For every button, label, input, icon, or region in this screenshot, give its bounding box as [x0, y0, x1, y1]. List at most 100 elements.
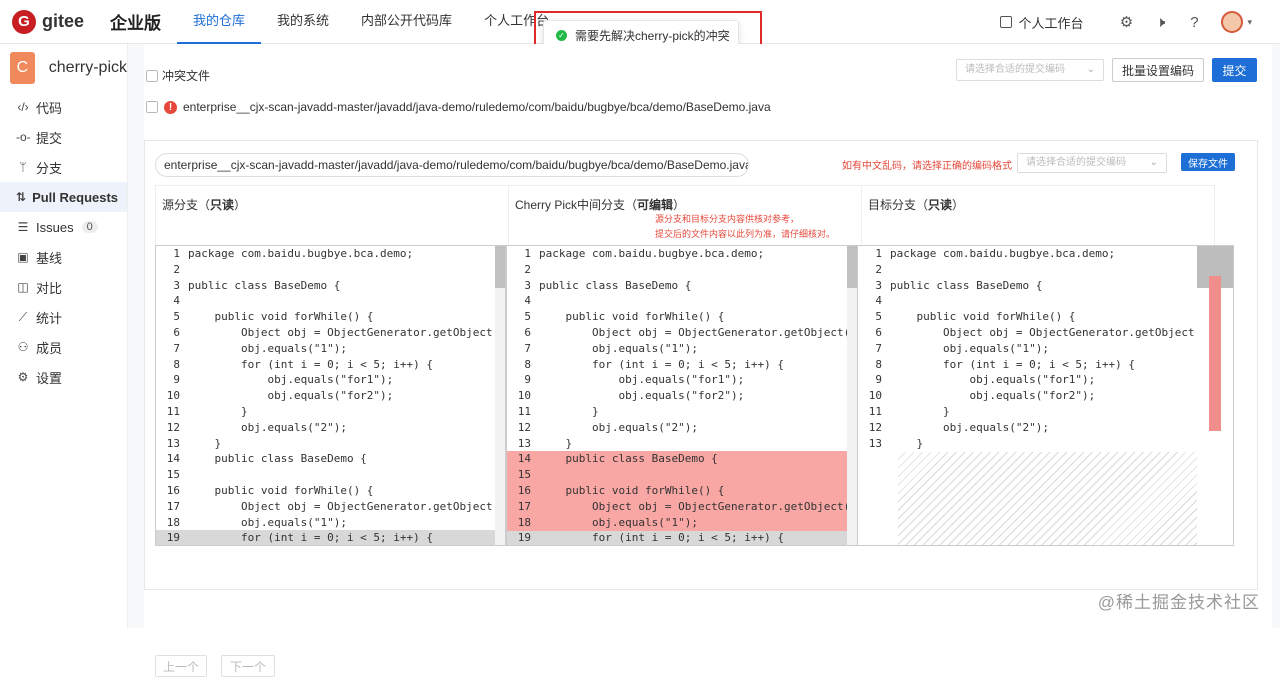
file-encoding-select[interactable]: 请选择合适的提交编码 ⌄ — [1017, 153, 1167, 173]
code-line[interactable]: 5 public void forWhile() { — [156, 309, 505, 325]
code-line[interactable]: 18 obj.equals("1"); — [156, 515, 505, 531]
code-line[interactable]: 9 obj.equals("for1"); — [507, 372, 857, 388]
save-file-button[interactable]: 保存文件 — [1181, 153, 1235, 171]
checkbox[interactable] — [146, 69, 158, 82]
line-number: 9 — [173, 373, 180, 387]
nav-internal-repos[interactable]: 内部公开代码库 — [345, 0, 468, 44]
code-line[interactable]: 9 obj.equals("for1"); — [858, 372, 1233, 388]
scrollbar-thumb[interactable] — [847, 246, 857, 288]
scrollbar[interactable] — [495, 246, 505, 545]
sidebar-item-stats[interactable]: ⟋ 统计 — [0, 302, 127, 332]
code-line[interactable]: 10 obj.equals("for2"); — [156, 388, 505, 404]
code-text: public class BaseDemo { — [539, 278, 692, 292]
code-line[interactable]: 15 — [156, 467, 505, 483]
conflict-minimap[interactable] — [1197, 246, 1233, 545]
next-conflict-button[interactable]: 下一个 — [221, 655, 275, 677]
code-text: for (int i = 0; i < 5; i++) { — [890, 357, 1136, 371]
code-line[interactable]: 3 public class BaseDemo { — [507, 278, 857, 294]
code-line[interactable]: 18 obj.equals("1"); — [507, 514, 857, 531]
sidebar-item-baseline[interactable]: ▣ 基线 — [0, 242, 127, 272]
chevron-down-icon[interactable]: ▾ — [1247, 17, 1252, 28]
sidebar-item-members[interactable]: ⚇ 成员 — [0, 332, 127, 362]
submit-button[interactable]: 提交 — [1212, 58, 1257, 82]
sidebar-item-compare[interactable]: ◫ 对比 — [0, 272, 127, 302]
code-line[interactable]: 3 public class BaseDemo { — [858, 278, 1233, 294]
code-line[interactable]: 19 for (int i = 0; i < 5; i++) { — [156, 530, 505, 545]
code-line[interactable]: 16 public void forWhile() { — [156, 483, 505, 499]
column-tag: 只读 — [210, 198, 235, 212]
conflict-file-item[interactable]: ! enterprise__cjx-scan-javadd-master/jav… — [146, 100, 771, 114]
target-code-pane[interactable]: 13 } 12 obj.equals("2"); 11 } 10 obj.equals… — [857, 245, 1234, 546]
code-line[interactable]: 10 obj.equals("for2"); — [507, 388, 857, 404]
user-avatar[interactable] — [1221, 11, 1244, 33]
help-icon[interactable]: ? — [1185, 13, 1203, 31]
line-number: 2 — [173, 262, 180, 276]
code-line[interactable]: 11 } — [156, 404, 505, 420]
code-text: package com.baidu.bugbye.bca.demo; — [539, 247, 765, 260]
encoding-select[interactable]: 请选择合适的提交编码 ⌄ — [956, 59, 1104, 81]
code-line[interactable]: 14 public class BaseDemo { — [507, 451, 857, 468]
sidebar-item-pull-requests[interactable]: ⇅ Pull Requests 0 — [0, 182, 143, 212]
sidebar-item-branches[interactable]: ᛘ 分支 — [0, 152, 127, 182]
code-line[interactable]: 13 } — [858, 436, 1233, 452]
code-line[interactable]: 13 } — [507, 436, 857, 452]
sidebar-item-issues[interactable]: ☰ Issues 0 — [0, 212, 127, 242]
sidebar-item-code[interactable]: ‹/› 代码 — [0, 92, 127, 122]
code-line[interactable]: 6 Object obj = ObjectGenerator.getObject… — [858, 325, 1233, 341]
code-line[interactable]: 12 obj.equals("2"); — [156, 420, 505, 436]
sidebar-item-settings[interactable]: ⚙ 设置 — [0, 362, 127, 392]
middle-code-pane[interactable]: 19 for (int i = 0; i < 5; i++) {18 obj.e… — [506, 245, 858, 546]
code-line[interactable]: 12 obj.equals("2"); — [858, 420, 1233, 436]
code-line[interactable]: 12 obj.equals("2"); — [507, 420, 857, 436]
code-line[interactable]: 4 — [858, 293, 1233, 309]
code-line[interactable]: 6 Object obj = ObjectGenerator.getObject… — [156, 325, 505, 341]
code-line[interactable]: 7 obj.equals("1"); — [507, 341, 857, 357]
code-line[interactable]: 7 obj.equals("1"); — [858, 341, 1233, 357]
code-line[interactable]: 6 Object obj = ObjectGenerator.getObject… — [507, 325, 857, 341]
code-line[interactable]: 5 public void forWhile() { — [507, 309, 857, 325]
code-line[interactable]: 7 obj.equals("1"); — [156, 341, 505, 357]
code-line[interactable]: 9 obj.equals("for1"); — [156, 372, 505, 388]
code-line[interactable]: 2 — [507, 262, 857, 278]
code-text: public void forWhile() { — [539, 310, 725, 324]
code-line[interactable]: 11 } — [507, 404, 857, 420]
code-line[interactable]: 16 public void forWhile() { — [507, 483, 857, 499]
code-line[interactable]: 4 — [507, 293, 857, 309]
nav-my-systems[interactable]: 我的系统 — [261, 0, 345, 44]
code-line[interactable]: 1 package com.baidu.bugbye.bca.demo; — [507, 246, 857, 262]
code-line[interactable]: 4 — [156, 293, 505, 309]
notification-speaker-icon[interactable]: 🕨 — [1151, 13, 1169, 31]
code-line[interactable]: 1 package com.baidu.bugbye.bca.demo; — [156, 246, 505, 262]
code-line[interactable]: 8 for (int i = 0; i < 5; i++) { — [858, 357, 1233, 373]
code-line[interactable]: 8 for (int i = 0; i < 5; i++) { — [507, 357, 857, 373]
source-code-pane[interactable]: 19 for (int i = 0; i < 5; i++) {18 obj.e… — [155, 245, 506, 546]
code-line[interactable]: 10 obj.equals("for2"); — [858, 388, 1233, 404]
code-line[interactable]: 2 — [156, 262, 505, 278]
code-line[interactable]: 19 for (int i = 0; i < 5; i++) { — [507, 530, 857, 545]
code-line[interactable]: 8 for (int i = 0; i < 5; i++) { — [156, 357, 505, 373]
conflict-file-path[interactable]: enterprise__cjx-scan-javadd-master/javad… — [183, 100, 771, 114]
file-checkbox[interactable] — [146, 101, 158, 113]
previous-conflict-button[interactable]: 上一个 — [155, 655, 207, 677]
workbench-link[interactable]: 个人工作台 — [1000, 13, 1083, 32]
repo-header[interactable]: C cherry-pick — [10, 52, 127, 84]
sidebar-item-commits[interactable]: -o- 提交 — [0, 122, 127, 152]
scrollbar-thumb[interactable] — [495, 246, 505, 288]
conflict-files-checkbox[interactable]: 冲突文件 — [146, 67, 210, 84]
nav-my-repos[interactable]: 我的仓库 — [177, 0, 262, 44]
code-line[interactable]: 17 Object obj = ObjectGenerator.getObjec… — [507, 498, 857, 515]
scrollbar[interactable] — [847, 246, 857, 545]
code-line[interactable]: 2 — [858, 262, 1233, 278]
code-line[interactable]: 11 } — [858, 404, 1233, 420]
code-line[interactable]: 13 } — [156, 436, 505, 452]
gitee-logo[interactable]: G gitee 企业版 — [12, 9, 161, 34]
code-line[interactable]: 15 — [507, 467, 857, 484]
batch-encoding-button[interactable]: 批量设置编码 — [1112, 58, 1204, 82]
code-line[interactable]: 5 public void forWhile() { — [858, 309, 1233, 325]
minimap-conflict-marker — [1209, 276, 1221, 431]
code-line[interactable]: 14 public class BaseDemo { — [156, 451, 505, 467]
settings-gear-icon[interactable]: ⚙ — [1117, 13, 1135, 31]
code-line[interactable]: 1 package com.baidu.bugbye.bca.demo; — [858, 246, 1233, 262]
code-line[interactable]: 3 public class BaseDemo { — [156, 278, 505, 294]
code-line[interactable]: 17 Object obj = ObjectGenerator.getObjec… — [156, 499, 505, 515]
